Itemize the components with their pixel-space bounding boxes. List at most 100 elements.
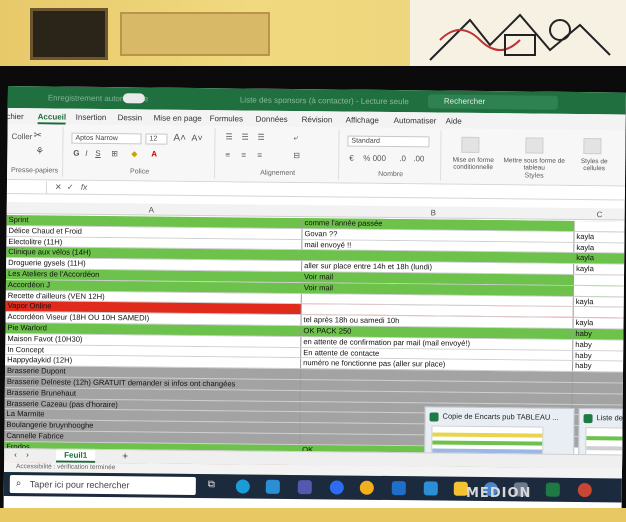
cell-styles-button[interactable]: Styles de cellules	[569, 158, 619, 173]
cell-c[interactable]: haby	[573, 361, 623, 371]
title-search-input[interactable]: Rechercher	[427, 94, 558, 110]
office-icon[interactable]	[577, 482, 592, 498]
preview-title-1-text: Copie de Encarts pub TABLEAU ...	[442, 411, 559, 422]
number-format-select[interactable]: Standard	[347, 135, 430, 148]
tab-accueil[interactable]: Accueil	[37, 112, 67, 125]
currency-icon[interactable]: €	[349, 154, 354, 163]
cell-styles-icon	[583, 138, 602, 155]
cut-icon[interactable]: ✂	[33, 130, 42, 141]
search-icon: ⌕	[15, 478, 22, 490]
column-header-a[interactable]: A	[149, 205, 154, 214]
format-table-button[interactable]: Mettre sous forme de tableau	[503, 157, 565, 172]
font-color-icon[interactable]: A	[151, 150, 157, 159]
alignment-group-label: Alignement	[260, 169, 296, 178]
cell-c[interactable]: haby	[573, 350, 623, 360]
taskbar-search-text: Taper ici pour rechercher	[29, 479, 130, 491]
sheet-tab-feuil1[interactable]: Feuil1	[56, 449, 96, 463]
desk-surface	[0, 508, 626, 522]
cell-c[interactable]: kayla	[574, 253, 625, 264]
add-sheet-button[interactable]: +	[122, 451, 128, 462]
document-title: Liste des sponsors (à contacter) - Lectu…	[239, 95, 409, 107]
cell-c[interactable]	[574, 220, 625, 232]
tab-donnees[interactable]: Données	[256, 115, 288, 124]
store-icon[interactable]	[423, 481, 438, 496]
cell-c[interactable]	[573, 383, 623, 393]
excel-taskbar-icon[interactable]	[545, 482, 560, 497]
tab-revision[interactable]: Révision	[302, 115, 333, 124]
align-right-icon[interactable]: ≡	[257, 151, 262, 160]
column-header-c[interactable]: C	[597, 210, 603, 219]
cell-c[interactable]: kayla	[574, 243, 624, 253]
tab-affichage[interactable]: Affichage	[346, 116, 379, 125]
cell-c[interactable]: haby	[573, 328, 624, 340]
tab-formules[interactable]: Formules	[210, 114, 243, 123]
wrap-text-icon[interactable]: ⤶	[293, 133, 298, 143]
font-group: Aptos Narrow 12 A˄ A˅ G I S ⊞ ◆ A Police	[65, 126, 216, 179]
increase-decimal-icon[interactable]: .0	[399, 154, 406, 163]
tab-fichier[interactable]: Fichier	[3, 112, 23, 121]
accessibility-status[interactable]: Accessibilité : vérification terminée	[16, 463, 115, 471]
next-sheet-icon[interactable]: ›	[26, 450, 29, 459]
cancel-icon[interactable]: ✕	[55, 182, 62, 191]
tab-dessin[interactable]: Dessin	[118, 113, 143, 122]
brush-icon[interactable]: ⚘	[35, 146, 44, 157]
tab-automatiser[interactable]: Automatiser	[394, 116, 437, 125]
percent-thousands-icon[interactable]: % 000	[363, 154, 386, 163]
number-group: Standard € % 000 .0 .00 Nombre	[341, 129, 442, 181]
align-top-icon[interactable]: ☰	[225, 132, 232, 141]
cell-c[interactable]: kayla	[574, 232, 624, 242]
autosave-toggle[interactable]	[122, 93, 145, 104]
underline-icon[interactable]: S	[95, 149, 100, 158]
outlook-icon[interactable]	[391, 481, 406, 496]
task-view-icon[interactable]: ⧉	[208, 479, 222, 493]
decrease-decimal-icon[interactable]: .00	[413, 154, 424, 163]
name-box[interactable]	[6, 180, 48, 194]
wall-board	[120, 12, 270, 56]
cell-c[interactable]	[573, 285, 624, 297]
align-center-icon[interactable]: ≡	[241, 150, 246, 159]
prev-sheet-icon[interactable]: ‹	[14, 450, 17, 459]
cell-c[interactable]	[573, 394, 623, 404]
border-icon[interactable]: ⊞	[111, 149, 118, 158]
align-middle-icon[interactable]: ☰	[241, 132, 248, 141]
cell-c[interactable]: kayla	[574, 264, 624, 274]
teams-icon[interactable]	[297, 480, 312, 495]
fill-color-icon[interactable]: ◆	[131, 149, 137, 158]
font-name-select[interactable]: Aptos Narrow	[71, 132, 142, 145]
monitor-brand-logo: MEDION	[466, 486, 532, 501]
align-bottom-icon[interactable]: ☰	[257, 133, 264, 142]
tab-aide[interactable]: Aide	[446, 117, 462, 126]
cell-c[interactable]	[573, 307, 624, 318]
preview-title-2-text: Liste des	[596, 413, 626, 423]
cell-c[interactable]: kayla	[573, 318, 623, 328]
confirm-icon[interactable]: ✓	[67, 183, 74, 192]
shrink-font-icon[interactable]: A˅	[191, 133, 202, 143]
align-left-icon[interactable]: ≡	[225, 150, 230, 159]
wall-background	[0, 0, 626, 70]
tab-insertion[interactable]: Insertion	[76, 113, 107, 122]
grow-font-icon[interactable]: A˄	[173, 133, 186, 144]
wall-frame	[30, 8, 108, 60]
italic-icon[interactable]: I	[85, 149, 87, 158]
column-header-b[interactable]: B	[431, 208, 436, 217]
cell-c[interactable]	[573, 274, 625, 286]
bold-icon[interactable]: G	[73, 149, 79, 158]
taskbar-search-input[interactable]: ⌕ Taper ici pour rechercher	[9, 475, 196, 495]
zoom-icon[interactable]	[329, 480, 344, 495]
cell-c[interactable]: haby	[573, 340, 623, 350]
cell-c[interactable]	[573, 372, 623, 382]
number-group-label: Nombre	[378, 170, 404, 179]
mail-icon[interactable]	[265, 479, 280, 494]
conditional-format-button[interactable]: Mise en forme conditionnelle	[445, 157, 501, 172]
ribbon: Coller ✂ ⚘ Presse-papiers Aptos Narrow 1…	[7, 123, 626, 187]
paste-button[interactable]: Coller	[11, 132, 32, 141]
cell-c[interactable]: kayla	[574, 297, 624, 307]
preview-title-1: Copie de Encarts pub TABLEAU ...	[429, 411, 559, 422]
alignment-group: ☰ ☰ ☰ ≡ ≡ ≡ ⤶ ⊟ Alignement	[217, 128, 340, 180]
font-size-select[interactable]: 12	[145, 133, 168, 145]
fx-icon[interactable]: fx	[81, 183, 87, 192]
chrome-icon[interactable]	[359, 480, 374, 495]
merge-cells-icon[interactable]: ⊟	[293, 151, 300, 160]
edge-icon[interactable]	[235, 479, 250, 494]
tab-mise-en-page[interactable]: Mise en page	[154, 114, 202, 124]
